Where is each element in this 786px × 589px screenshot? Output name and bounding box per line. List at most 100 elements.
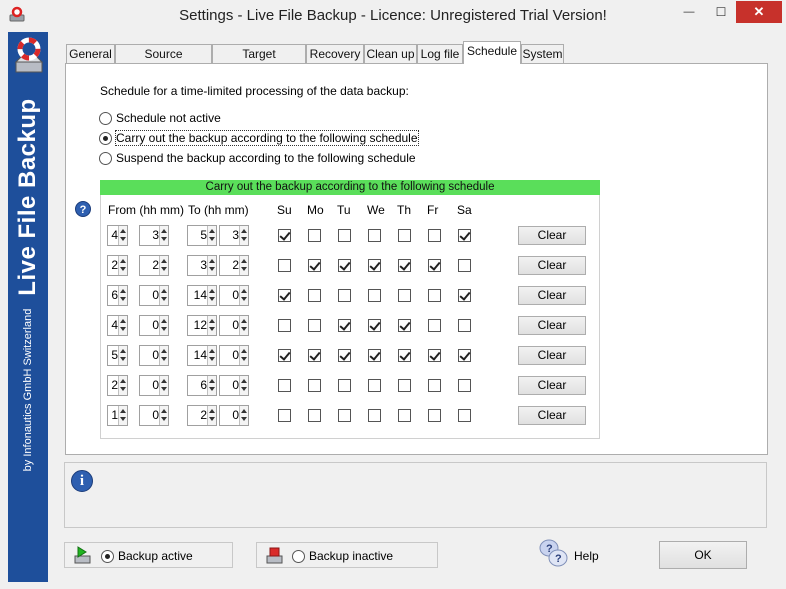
- spinner-value[interactable]: 5: [111, 348, 118, 362]
- time-spinner[interactable]: 3: [219, 225, 249, 246]
- day-checkbox-su[interactable]: [278, 259, 291, 272]
- maximize-button[interactable]: ☐: [706, 1, 736, 23]
- spin-up-icon[interactable]: [120, 319, 126, 323]
- spinner-value[interactable]: 2: [111, 258, 118, 272]
- day-checkbox-sa[interactable]: [458, 289, 471, 302]
- day-checkbox-tu[interactable]: [338, 229, 351, 242]
- spinner-value[interactable]: 12: [194, 318, 207, 332]
- day-checkbox-tu[interactable]: [338, 289, 351, 302]
- spin-down-icon[interactable]: [241, 357, 247, 361]
- spinner-arrows[interactable]: [159, 226, 168, 245]
- clear-row-button[interactable]: Clear: [518, 256, 586, 275]
- spin-down-icon[interactable]: [209, 297, 215, 301]
- day-checkbox-th[interactable]: [398, 379, 411, 392]
- spinner-value[interactable]: 3: [232, 228, 239, 242]
- time-spinner[interactable]: 14: [187, 285, 217, 306]
- spin-up-icon[interactable]: [209, 379, 215, 383]
- spin-down-icon[interactable]: [209, 327, 215, 331]
- spinner-value[interactable]: 0: [152, 408, 159, 422]
- spinner-value[interactable]: 0: [232, 378, 239, 392]
- day-checkbox-mo[interactable]: [308, 349, 321, 362]
- spin-down-icon[interactable]: [120, 417, 126, 421]
- radio-carry-out-schedule[interactable]: Carry out the backup according to the fo…: [99, 130, 419, 146]
- radio-indicator[interactable]: [101, 549, 114, 563]
- radio-suspend-schedule[interactable]: Suspend the backup according to the foll…: [99, 150, 416, 166]
- spinner-arrows[interactable]: [207, 406, 216, 425]
- time-spinner[interactable]: 0: [139, 345, 169, 366]
- spin-up-icon[interactable]: [120, 229, 126, 233]
- spinner-value[interactable]: 0: [152, 348, 159, 362]
- day-checkbox-su[interactable]: [278, 409, 291, 422]
- spinner-value[interactable]: 6: [200, 378, 207, 392]
- spin-down-icon[interactable]: [241, 237, 247, 241]
- time-spinner[interactable]: 6: [187, 375, 217, 396]
- day-checkbox-fr[interactable]: [428, 289, 441, 302]
- spin-down-icon[interactable]: [209, 267, 215, 271]
- time-spinner[interactable]: 5: [187, 225, 217, 246]
- time-spinner[interactable]: 0: [219, 315, 249, 336]
- spin-up-icon[interactable]: [209, 289, 215, 293]
- spin-up-icon[interactable]: [120, 259, 126, 263]
- spin-up-icon[interactable]: [209, 319, 215, 323]
- spinner-value[interactable]: 2: [111, 378, 118, 392]
- spinner-arrows[interactable]: [159, 376, 168, 395]
- day-checkbox-mo[interactable]: [308, 319, 321, 332]
- spinner-arrows[interactable]: [118, 316, 127, 335]
- spin-up-icon[interactable]: [241, 259, 247, 263]
- day-checkbox-mo[interactable]: [308, 409, 321, 422]
- spinner-arrows[interactable]: [159, 346, 168, 365]
- day-checkbox-sa[interactable]: [458, 259, 471, 272]
- tab-target-directories[interactable]: Target directories: [212, 44, 306, 79]
- spinner-value[interactable]: 2: [200, 408, 207, 422]
- time-spinner[interactable]: 0: [219, 285, 249, 306]
- spinner-arrows[interactable]: [239, 346, 248, 365]
- spin-down-icon[interactable]: [120, 237, 126, 241]
- spin-up-icon[interactable]: [120, 349, 126, 353]
- help-button[interactable]: ? ? Help: [538, 538, 600, 572]
- spin-down-icon[interactable]: [241, 417, 247, 421]
- spinner-arrows[interactable]: [118, 406, 127, 425]
- tab-clean-up[interactable]: Clean up: [364, 44, 417, 63]
- spin-down-icon[interactable]: [120, 387, 126, 391]
- spin-down-icon[interactable]: [209, 357, 215, 361]
- day-checkbox-su[interactable]: [278, 349, 291, 362]
- radio-backup-inactive[interactable]: Backup inactive: [292, 548, 393, 564]
- help-question-icon[interactable]: ?: [75, 201, 91, 217]
- spinner-value[interactable]: 3: [152, 228, 159, 242]
- spin-down-icon[interactable]: [241, 387, 247, 391]
- spinner-value[interactable]: 14: [194, 348, 207, 362]
- day-checkbox-th[interactable]: [398, 409, 411, 422]
- spinner-arrows[interactable]: [207, 316, 216, 335]
- spin-down-icon[interactable]: [161, 267, 167, 271]
- day-checkbox-tu[interactable]: [338, 259, 351, 272]
- tab-schedule[interactable]: Schedule: [463, 41, 521, 64]
- spinner-value[interactable]: 6: [111, 288, 118, 302]
- spin-down-icon[interactable]: [120, 297, 126, 301]
- day-checkbox-sa[interactable]: [458, 409, 471, 422]
- day-checkbox-th[interactable]: [398, 259, 411, 272]
- spinner-value[interactable]: 5: [200, 228, 207, 242]
- spin-up-icon[interactable]: [241, 289, 247, 293]
- tab-source-directories[interactable]: Source directories: [115, 44, 212, 79]
- day-checkbox-we[interactable]: [368, 229, 381, 242]
- time-spinner[interactable]: 0: [139, 375, 169, 396]
- day-checkbox-we[interactable]: [368, 349, 381, 362]
- spinner-arrows[interactable]: [118, 346, 127, 365]
- day-checkbox-tu[interactable]: [338, 319, 351, 332]
- spinner-arrows[interactable]: [159, 286, 168, 305]
- spinner-arrows[interactable]: [118, 286, 127, 305]
- time-spinner[interactable]: 0: [139, 315, 169, 336]
- spin-up-icon[interactable]: [241, 229, 247, 233]
- spinner-value[interactable]: 0: [152, 318, 159, 332]
- time-spinner[interactable]: 2: [107, 375, 128, 396]
- spin-down-icon[interactable]: [120, 327, 126, 331]
- time-spinner[interactable]: 3: [139, 225, 169, 246]
- day-checkbox-sa[interactable]: [458, 319, 471, 332]
- spinner-arrows[interactable]: [239, 256, 248, 275]
- spinner-value[interactable]: 14: [194, 288, 207, 302]
- day-checkbox-sa[interactable]: [458, 379, 471, 392]
- clear-row-button[interactable]: Clear: [518, 346, 586, 365]
- spinner-arrows[interactable]: [159, 406, 168, 425]
- time-spinner[interactable]: 2: [139, 255, 169, 276]
- time-spinner[interactable]: 4: [107, 225, 128, 246]
